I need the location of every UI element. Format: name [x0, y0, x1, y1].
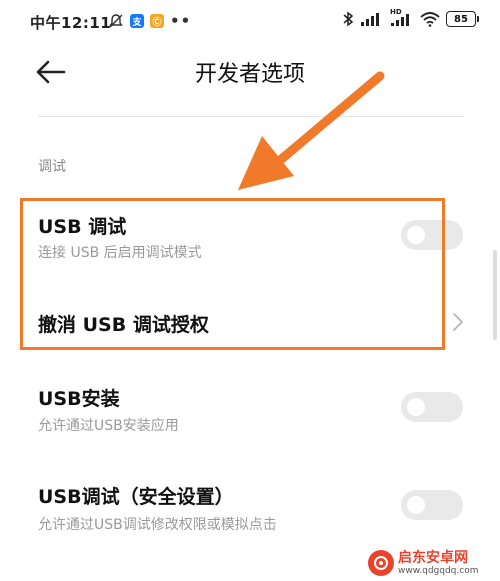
section-header-debugging: 调试 — [38, 159, 66, 175]
title-bar: 开发者选项 — [0, 44, 500, 100]
alipay-app-icon: 支 — [130, 14, 144, 28]
watermark-name: 启东安卓网 — [398, 549, 468, 566]
usb-debugging-toggle[interactable] — [401, 220, 463, 250]
setting-title: USB调试（安全设置） — [38, 486, 234, 508]
status-bar: 中午12:11 支 Ⓒ •• HD 85 — [0, 0, 500, 44]
cellular-signal-1-icon — [361, 13, 379, 26]
site-watermark: 启东安卓网 www.qdgqdq.com — [368, 548, 498, 578]
watermark-logo-icon — [368, 550, 394, 576]
usb-debugging-security-toggle[interactable] — [401, 490, 463, 520]
cellular-signal-hd-icon: HD — [390, 8, 414, 27]
install-via-usb-toggle[interactable] — [401, 392, 463, 422]
setting-revoke-usb-authorizations[interactable]: 撤消 USB 调试授权 — [0, 290, 500, 354]
setting-usb-debugging[interactable]: USB 调试 连接 USB 后启用调试模式 — [0, 200, 500, 280]
muted-bell-icon — [109, 14, 123, 28]
toggle-knob — [407, 496, 425, 514]
header-divider — [38, 116, 464, 117]
app-notification-icon: Ⓒ — [150, 14, 164, 28]
watermark-url: www.qdgqdq.com — [398, 565, 479, 576]
page-title: 开发者选项 — [194, 62, 305, 87]
setting-install-via-usb[interactable]: USB安装 允许通过USB安装应用 — [0, 374, 500, 444]
toggle-knob — [407, 226, 425, 244]
chevron-right-icon — [453, 313, 463, 331]
setting-usb-debugging-security[interactable]: USB调试（安全设置） 允许通过USB调试修改权限或模拟点击 — [0, 472, 500, 542]
status-notifications: 支 Ⓒ •• — [108, 12, 191, 30]
setting-subtitle: 连接 USB 后启用调试模式 — [38, 245, 202, 261]
bluetooth-icon — [343, 11, 354, 27]
battery-indicator: 85 — [446, 11, 479, 27]
setting-title: 撤消 USB 调试授权 — [38, 314, 209, 336]
setting-subtitle: 允许通过USB安装应用 — [38, 418, 179, 434]
setting-title: USB 调试 — [38, 216, 127, 238]
status-time: 中午12:11 — [30, 14, 112, 32]
scrollbar[interactable] — [493, 250, 497, 340]
setting-subtitle: 允许通过USB调试修改权限或模拟点击 — [38, 517, 277, 533]
status-system-icons: HD 85 — [342, 8, 479, 27]
toggle-knob — [407, 398, 425, 416]
setting-title: USB安装 — [38, 388, 120, 410]
wifi-icon — [420, 12, 440, 27]
more-notifications-icon: •• — [170, 12, 192, 30]
